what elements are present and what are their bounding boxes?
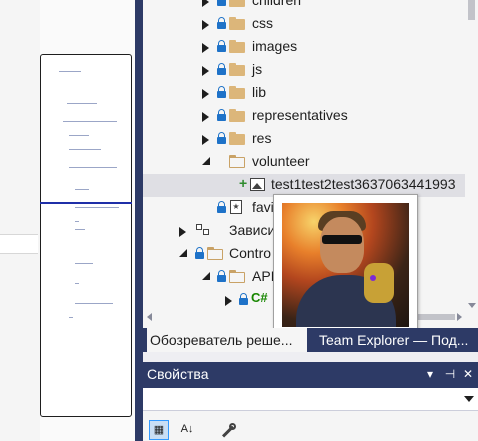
minimap-line [69, 167, 117, 168]
tree-item-js[interactable]: js [143, 59, 465, 82]
alphabetical-button[interactable]: A↓ [177, 420, 197, 440]
collapse-arrow-icon[interactable] [202, 272, 210, 280]
tree-item-res[interactable]: res [143, 128, 465, 151]
tree-item-label: volunteer [252, 153, 310, 169]
minimap-line [75, 207, 119, 208]
expand-arrow-icon[interactable] [225, 296, 232, 306]
tree-item-label: Зависи [229, 222, 276, 238]
favicon-file-icon: ★ [230, 200, 242, 214]
lock-icon [217, 0, 226, 6]
folder-open-icon [229, 270, 245, 283]
tree-item-label: js [252, 61, 263, 77]
minimap-line [67, 103, 97, 104]
lock-icon [217, 109, 226, 121]
expand-arrow-icon[interactable] [202, 66, 209, 76]
minimap-line [75, 283, 79, 284]
folder-open-icon [229, 155, 245, 168]
folder-open-icon [207, 247, 223, 260]
tab-team-explorer[interactable]: Team Explorer — Под... [319, 328, 478, 352]
tree-item-label: test1test2test3637063441993 [271, 176, 456, 192]
window-dropdown-icon[interactable]: ▾ [423, 365, 437, 383]
folder-icon [229, 63, 245, 76]
folder-icon [229, 86, 245, 99]
expand-arrow-icon[interactable] [202, 20, 209, 30]
folder-icon [229, 132, 245, 145]
folder-icon [229, 40, 245, 53]
tree-item-volunteer[interactable]: volunteer [143, 151, 465, 174]
properties-object-selector[interactable] [143, 388, 478, 411]
minimap-line [75, 303, 113, 304]
minimap-line [69, 149, 101, 150]
lock-icon [217, 201, 226, 213]
scroll-thumb[interactable] [468, 0, 475, 20]
scroll-right-icon[interactable] [457, 313, 462, 321]
expand-arrow-icon[interactable] [202, 0, 209, 7]
tree-item-label: API [252, 268, 275, 284]
minimap-line [75, 263, 93, 264]
minimap-line [75, 229, 85, 230]
tree-item-representatives[interactable]: representatives [143, 105, 465, 128]
lock-icon [217, 17, 226, 29]
lock-icon [217, 132, 226, 144]
properties-title: Свойства [147, 366, 209, 382]
pin-icon[interactable]: ⊣ [443, 365, 457, 383]
csharp-file-icon: C# [251, 290, 268, 305]
minimap-line [69, 317, 73, 318]
lock-icon [239, 293, 248, 305]
lock-icon [217, 40, 226, 52]
image-file-icon [250, 178, 265, 191]
minimap-line [59, 71, 81, 72]
tree-item-label: lib [252, 84, 267, 100]
minimap-line [75, 221, 79, 222]
scroll-left-icon[interactable] [147, 313, 152, 321]
close-icon[interactable]: ✕ [461, 365, 475, 383]
collapse-arrow-icon[interactable] [202, 157, 210, 165]
lock-icon [195, 247, 204, 259]
tree-item-images[interactable]: images [143, 36, 465, 59]
minimap-viewport[interactable] [40, 54, 132, 417]
minimap-line [63, 121, 117, 122]
tree-item-css[interactable]: css [143, 13, 465, 36]
categorized-button[interactable]: ▦ [149, 420, 169, 440]
minimap-line [69, 135, 89, 136]
explorer-vertical-scrollbar[interactable] [465, 0, 478, 310]
lock-icon [217, 86, 226, 98]
chevron-down-icon[interactable] [464, 396, 474, 402]
folder-icon [229, 17, 245, 30]
expand-arrow-icon[interactable] [202, 89, 209, 99]
tab-solution-explorer[interactable]: Обозреватель реше... [147, 328, 307, 352]
expand-arrow-icon[interactable] [202, 135, 209, 145]
minimap-line [75, 189, 89, 190]
property-pages-icon[interactable] [219, 422, 237, 440]
tree-item-label: representatives [252, 107, 348, 123]
references-icon [196, 224, 210, 236]
panel-splitter[interactable] [135, 0, 143, 441]
preview-image [282, 203, 409, 327]
expand-arrow-icon[interactable] [179, 227, 186, 237]
tree-item-label: Contro [229, 245, 272, 261]
tree-item-label: images [252, 38, 298, 54]
tree-item-label: favi [252, 199, 274, 215]
folder-icon [229, 0, 245, 7]
lock-icon [217, 270, 226, 282]
image-preview-tooltip [273, 194, 418, 334]
expand-arrow-icon[interactable] [202, 112, 209, 122]
lock-icon [217, 63, 226, 75]
editor-field[interactable] [0, 234, 38, 254]
properties-body: ▦ A↓ [143, 388, 478, 441]
properties-header: Свойства ▾ ⊣ ✕ [143, 362, 478, 388]
tree-item-label: res [252, 130, 272, 146]
added-plus-icon: + [239, 175, 248, 191]
scroll-down-icon[interactable] [468, 303, 476, 308]
editor-left-strip [0, 0, 40, 441]
tree-item-lib[interactable]: lib [143, 82, 465, 105]
tree-item-label: children [252, 0, 302, 8]
tree-item-label: css [252, 15, 273, 31]
expand-arrow-icon[interactable] [202, 43, 209, 53]
folder-icon [229, 109, 245, 122]
minimap-caret-line [40, 202, 132, 204]
tool-window-tabs: Обозреватель реше... Team Explorer — Под… [143, 328, 478, 352]
tree-item-children[interactable]: children [143, 0, 465, 13]
collapse-arrow-icon[interactable] [179, 249, 187, 257]
